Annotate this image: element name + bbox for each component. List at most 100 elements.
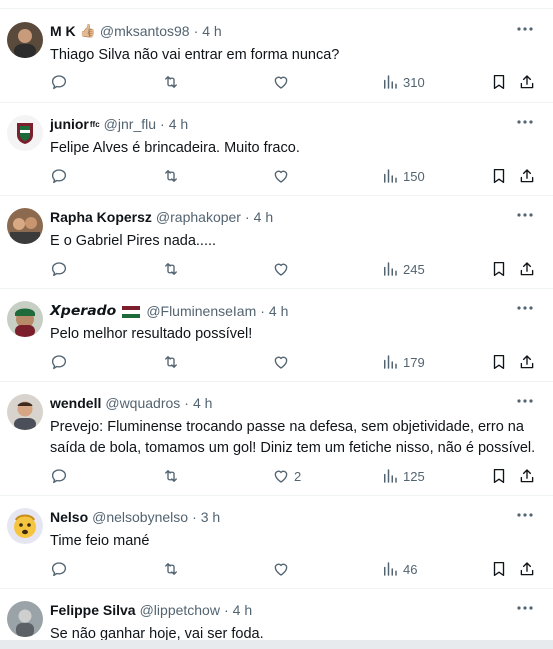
- like-button[interactable]: [272, 72, 294, 92]
- tweet-actions: 46: [50, 559, 545, 579]
- bookmark-icon: [490, 467, 508, 485]
- author-name[interactable]: wendell: [50, 395, 101, 411]
- timestamp[interactable]: 4 h: [193, 395, 212, 411]
- more-icon[interactable]: [515, 208, 535, 222]
- tweet[interactable]: 𝙓𝙥𝙚𝙧𝙖𝙙𝙤 @FluminenseIam · 4 h Pelo melhor…: [0, 289, 553, 382]
- retweet-icon: [162, 73, 180, 91]
- view-count: 310: [403, 74, 425, 90]
- views-button[interactable]: 310: [381, 72, 425, 92]
- reply-button[interactable]: [50, 72, 72, 92]
- like-button[interactable]: [272, 259, 294, 279]
- tweet[interactable]: Rapha Kopersz @raphakoper · 4 h E o Gabr…: [0, 196, 553, 289]
- views-button[interactable]: 125: [381, 466, 425, 486]
- views-button[interactable]: 46: [381, 559, 417, 579]
- views-icon: [381, 73, 399, 91]
- bottom-scroll-edge: [0, 640, 553, 649]
- bookmark-button[interactable]: [490, 352, 508, 372]
- author-handle[interactable]: @nelsobynelso: [92, 509, 188, 525]
- bookmark-button[interactable]: [490, 166, 508, 186]
- share-icon: [518, 353, 536, 371]
- retweet-button[interactable]: [162, 559, 184, 579]
- like-icon: [272, 260, 290, 278]
- share-button[interactable]: [518, 559, 536, 579]
- tweet-actions: 2 125: [50, 466, 545, 486]
- tweet-header: 𝙓𝙥𝙚𝙧𝙖𝙙𝙤 @FluminenseIam · 4 h: [50, 302, 288, 319]
- more-icon[interactable]: [515, 301, 535, 315]
- avatar[interactable]: [7, 22, 43, 58]
- like-button[interactable]: 2: [272, 466, 301, 486]
- tweet-text: Prevejo: Fluminense trocando passe na de…: [50, 419, 536, 456]
- author-name[interactable]: Nelso: [50, 509, 88, 525]
- timestamp[interactable]: 4 h: [254, 209, 273, 225]
- avatar[interactable]: [7, 301, 43, 337]
- timestamp[interactable]: 3 h: [201, 509, 220, 525]
- timestamp[interactable]: 4 h: [202, 23, 221, 39]
- author-handle[interactable]: @lippetchow: [140, 602, 220, 618]
- author-name[interactable]: junior: [50, 116, 89, 132]
- views-button[interactable]: 150: [381, 166, 425, 186]
- views-button[interactable]: 245: [381, 259, 425, 279]
- more-icon[interactable]: [515, 394, 535, 408]
- author-name[interactable]: Rapha Kopersz: [50, 209, 152, 225]
- more-icon[interactable]: [515, 115, 535, 129]
- author-handle[interactable]: @raphakoper: [156, 209, 241, 225]
- share-button[interactable]: [518, 466, 536, 486]
- bookmark-icon: [490, 560, 508, 578]
- reply-button[interactable]: [50, 166, 72, 186]
- more-icon[interactable]: [515, 508, 535, 522]
- share-button[interactable]: [518, 166, 536, 186]
- author-handle[interactable]: @jnr_flu: [104, 116, 156, 132]
- retweet-button[interactable]: [162, 466, 184, 486]
- name-superscript: ffc: [89, 119, 100, 129]
- author-handle[interactable]: @wquadros: [105, 395, 180, 411]
- timestamp[interactable]: 4 h: [233, 602, 252, 618]
- bookmark-button[interactable]: [490, 559, 508, 579]
- tweet[interactable]: M K 👍🏼 @mksantos98 · 4 h Thiago Silva nã…: [0, 10, 553, 103]
- author-name[interactable]: Felippe Silva: [50, 602, 136, 618]
- avatar[interactable]: [7, 208, 43, 244]
- more-icon[interactable]: [515, 22, 535, 36]
- bookmark-button[interactable]: [490, 259, 508, 279]
- reply-button[interactable]: [50, 559, 72, 579]
- share-button[interactable]: [518, 72, 536, 92]
- tweet[interactable]: junior ffc @jnr_flu · 4 h Felipe Alves é…: [0, 103, 553, 196]
- tweet-header: junior ffc @jnr_flu · 4 h: [50, 116, 188, 132]
- views-icon: [381, 260, 399, 278]
- retweet-button[interactable]: [162, 352, 184, 372]
- like-icon: [272, 560, 290, 578]
- share-button[interactable]: [518, 352, 536, 372]
- view-count: 150: [403, 168, 425, 184]
- like-button[interactable]: [272, 166, 294, 186]
- bookmark-button[interactable]: [490, 72, 508, 92]
- timestamp[interactable]: 4 h: [169, 116, 188, 132]
- reply-button[interactable]: [50, 259, 72, 279]
- share-button[interactable]: [518, 259, 536, 279]
- more-icon[interactable]: [515, 601, 535, 615]
- retweet-button[interactable]: [162, 259, 184, 279]
- avatar[interactable]: [7, 394, 43, 430]
- avatar[interactable]: [7, 508, 43, 544]
- author-name[interactable]: M K: [50, 23, 76, 39]
- author-handle[interactable]: @mksantos98: [100, 23, 190, 39]
- avatar[interactable]: [7, 601, 43, 637]
- bookmark-icon: [490, 353, 508, 371]
- reply-button[interactable]: [50, 466, 72, 486]
- author-name[interactable]: 𝙓𝙥𝙚𝙧𝙖𝙙𝙤: [50, 302, 116, 319]
- tweet[interactable]: wendell @wquadros · 4 h Prevejo: Flumine…: [0, 382, 553, 496]
- retweet-button[interactable]: [162, 72, 184, 92]
- avatar[interactable]: [7, 115, 43, 151]
- tweet[interactable]: Nelso @nelsobynelso · 3 h Time feio mané: [0, 496, 553, 589]
- timestamp[interactable]: 4 h: [269, 303, 288, 319]
- bookmark-button[interactable]: [490, 466, 508, 486]
- tweet-text: Thiago Silva não vai entrar em forma nun…: [50, 47, 340, 63]
- author-handle[interactable]: @FluminenseIam: [146, 303, 256, 319]
- name-emoji: 👍🏼: [79, 23, 96, 38]
- like-button[interactable]: [272, 559, 294, 579]
- views-button[interactable]: 179: [381, 352, 425, 372]
- tweet-header: Nelso @nelsobynelso · 3 h: [50, 509, 220, 525]
- reply-button[interactable]: [50, 352, 72, 372]
- retweet-icon: [162, 167, 180, 185]
- retweet-button[interactable]: [162, 166, 184, 186]
- share-icon: [518, 560, 536, 578]
- like-button[interactable]: [272, 352, 294, 372]
